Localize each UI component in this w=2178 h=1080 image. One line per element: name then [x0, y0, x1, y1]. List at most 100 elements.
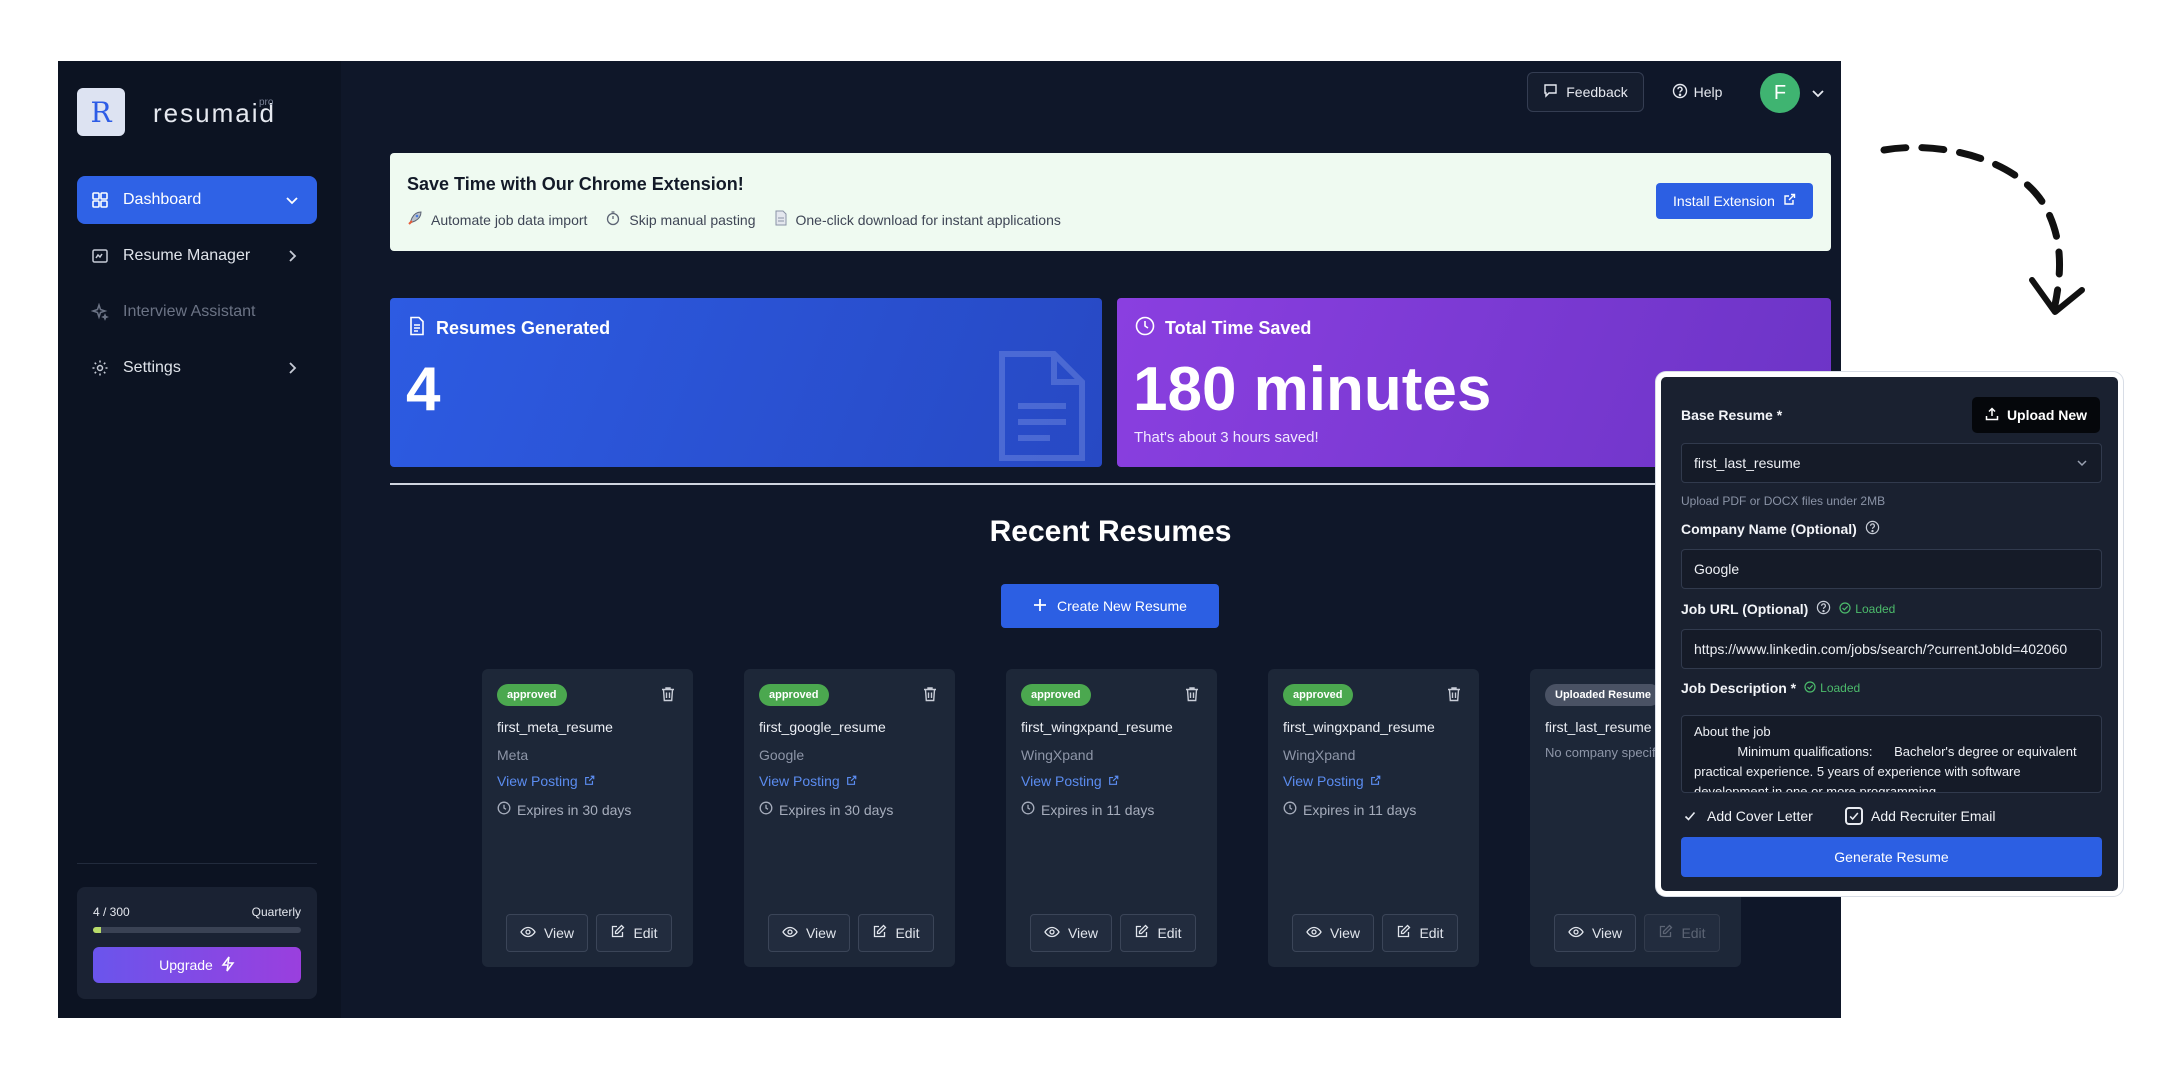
expiry-label: Expires in 30 days [779, 801, 894, 818]
trash-icon[interactable] [921, 685, 939, 703]
status-badge: approved [497, 684, 567, 706]
view-button[interactable]: View [1554, 914, 1636, 952]
chevron-down-icon [283, 191, 301, 209]
generate-resume-button[interactable]: Generate Resume [1681, 837, 2102, 877]
help-button[interactable]: Help [1662, 72, 1732, 112]
select-value: first_last_resume [1694, 455, 1801, 471]
base-resume-label: Base Resume * [1681, 407, 1782, 423]
file-icon [994, 350, 1090, 467]
logo-sup: pro [259, 97, 274, 108]
edit-button[interactable]: Edit [858, 914, 934, 952]
upload-label: Upload New [2006, 407, 2088, 423]
base-resume-select[interactable]: first_last_resume [1681, 443, 2102, 483]
eye-icon [1306, 925, 1322, 941]
job-url-label: Job URL (Optional) Loaded [1681, 600, 1895, 618]
job-url-input[interactable]: https://www.linkedin.com/jobs/search/?cu… [1681, 629, 2102, 669]
label-text: Job URL (Optional) [1681, 601, 1809, 617]
expiry-label: Expires in 30 days [517, 801, 632, 818]
resume-company: WingXpand [1021, 747, 1094, 763]
sidebar-item-interview-assistant[interactable]: Interview Assistant [77, 288, 317, 336]
view-posting-link[interactable]: View Posting [1021, 773, 1119, 789]
cover-letter-checkbox-row[interactable]: Add Cover Letter [1681, 807, 1813, 825]
check-circle-icon [1804, 680, 1816, 696]
job-description-textarea[interactable]: About the job Minimum qualifications: Ba… [1681, 715, 2102, 793]
sidebar-item-dashboard[interactable]: Dashboard [77, 176, 317, 224]
loaded-label: Loaded [1855, 602, 1896, 616]
view-button[interactable]: View [1292, 914, 1374, 952]
edit-button[interactable]: Edit [596, 914, 672, 952]
upload-new-button[interactable]: Upload New [1972, 397, 2100, 433]
external-link-icon [1783, 193, 1796, 209]
external-link-icon [1370, 773, 1381, 789]
label-text: Job Description * [1681, 680, 1797, 696]
feedback-label: Feedback [1566, 84, 1628, 100]
chevron-down-icon[interactable] [1810, 85, 1826, 101]
stat-label: Resumes Generated [408, 316, 610, 341]
view-posting-label: View Posting [497, 773, 578, 789]
view-posting-link[interactable]: View Posting [759, 773, 857, 789]
help-icon[interactable] [1865, 520, 1880, 538]
view-posting-label: View Posting [1283, 773, 1364, 789]
upload-icon [1985, 406, 1999, 424]
expiry-label: Expires in 11 days [1303, 801, 1417, 818]
resume-icon [91, 247, 109, 265]
stopwatch-icon [605, 210, 621, 229]
external-link-icon [846, 773, 857, 789]
external-link-icon [1108, 773, 1119, 789]
view-posting-label: View Posting [1021, 773, 1102, 789]
trash-icon[interactable] [1445, 685, 1463, 703]
external-link-icon [584, 773, 595, 789]
usage-count: 4 / 300 [93, 905, 130, 919]
stat-subtext: That's about 3 hours saved! [1134, 429, 1319, 446]
banner-title: Save Time with Our Chrome Extension! [407, 174, 744, 194]
recruiter-email-checkbox-row[interactable]: Add Recruiter Email [1845, 807, 1996, 825]
clock-icon [759, 801, 773, 818]
gear-icon [91, 359, 109, 377]
edit-button[interactable]: Edit [1644, 914, 1720, 952]
view-button[interactable]: View [768, 914, 850, 952]
edit-button[interactable]: Edit [1120, 914, 1196, 952]
stat-value: 180 minutes [1133, 355, 1492, 424]
company-name-input[interactable]: Google [1681, 549, 2102, 589]
view-label: View [1591, 925, 1623, 941]
feedback-button[interactable]: Feedback [1527, 72, 1644, 112]
resume-name: first_google_resume [759, 719, 886, 735]
document-icon [774, 210, 788, 229]
view-button[interactable]: View [506, 914, 588, 952]
rocket-icon [407, 210, 423, 229]
sidebar-item-resume-manager[interactable]: Resume Manager [77, 232, 317, 280]
usage-box: 4 / 300 Quarterly Upgrade [77, 887, 317, 999]
check-icon[interactable] [1681, 807, 1699, 825]
view-button[interactable]: View [1030, 914, 1112, 952]
sidebar-item-label: Settings [123, 359, 181, 376]
generate-resume-panel: Base Resume * Upload New first_last_resu… [1656, 372, 2123, 896]
upload-hint: Upload PDF or DOCX files under 2MB [1681, 494, 1886, 508]
chevron-right-icon [283, 247, 301, 265]
create-label: Create New Resume [1057, 598, 1187, 614]
view-posting-link[interactable]: View Posting [1283, 773, 1381, 789]
view-posting-link[interactable]: View Posting [497, 773, 595, 789]
install-extension-button[interactable]: Install Extension [1656, 183, 1813, 219]
trash-icon[interactable] [659, 685, 677, 703]
help-icon[interactable] [1816, 600, 1831, 618]
dashboard-icon [91, 191, 109, 209]
status-badge: approved [1283, 684, 1353, 706]
edit-button[interactable]: Edit [1382, 914, 1458, 952]
upgrade-button[interactable]: Upgrade [93, 947, 301, 983]
eye-icon [1568, 925, 1584, 941]
usage-progress-track [93, 927, 301, 933]
clock-icon [497, 801, 511, 818]
chevron-down-icon [2075, 456, 2089, 470]
trash-icon[interactable] [1183, 685, 1201, 703]
loaded-label: Loaded [1820, 681, 1861, 695]
avatar[interactable]: F [1760, 73, 1800, 113]
checkbox[interactable] [1845, 807, 1863, 825]
sidebar-item-settings[interactable]: Settings [77, 344, 317, 392]
resume-company: Google [759, 747, 805, 763]
expiry-text: Expires in 11 days [1021, 801, 1154, 818]
sidebar-divider [77, 863, 317, 864]
input-value: Google [1694, 561, 1740, 577]
create-new-resume-button[interactable]: Create New Resume [1001, 584, 1219, 628]
extension-banner: Save Time with Our Chrome Extension! Aut… [390, 153, 1831, 251]
clock-icon [1135, 316, 1155, 341]
